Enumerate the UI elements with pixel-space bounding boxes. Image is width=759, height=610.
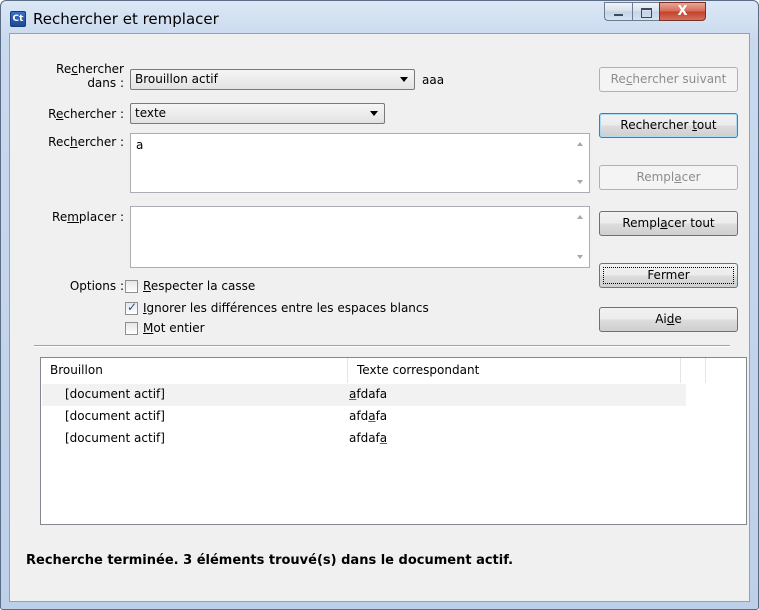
search-text-scrollbar[interactable] xyxy=(572,134,589,192)
whole-word-label[interactable]: Mot entier xyxy=(143,321,205,335)
search-text-label: Rechercher : xyxy=(48,135,124,149)
search-type-value: texte xyxy=(135,106,167,120)
results-header: Brouillon Texte correspondant xyxy=(41,358,746,383)
match-cell: afdafa xyxy=(349,409,388,423)
close-window-button[interactable]: X xyxy=(659,2,706,21)
scroll-up-icon[interactable] xyxy=(577,215,583,219)
scroll-up-icon[interactable] xyxy=(577,142,583,146)
options-label: Options : xyxy=(69,279,124,293)
search-in-value: Brouillon actif xyxy=(135,72,218,86)
window-title: Rechercher et remplacer xyxy=(33,10,219,28)
find-next-button[interactable]: Rechercher suivant xyxy=(599,67,738,92)
ignore-whitespace-checkbox[interactable]: ✓ xyxy=(125,300,138,315)
match-cell: afdafa xyxy=(349,431,388,445)
replace-label: Remplacer : xyxy=(52,210,124,224)
table-row[interactable]: [document actif] afdafa xyxy=(42,406,686,428)
replace-button[interactable]: Remplacer xyxy=(599,165,738,190)
caption-buttons: X xyxy=(604,2,750,22)
draft-cell: [document actif] xyxy=(65,409,165,423)
table-row[interactable]: [document actif] afdafa xyxy=(42,384,686,406)
match-case-checkbox[interactable] xyxy=(125,280,138,293)
close-icon: X xyxy=(677,4,688,19)
match-case-label[interactable]: Respecter la casse xyxy=(143,279,255,293)
find-all-button[interactable]: Rechercher tout xyxy=(599,113,738,138)
search-text-area[interactable]: a xyxy=(130,133,590,193)
column-header-draft[interactable]: Brouillon xyxy=(41,358,348,383)
minimize-button[interactable] xyxy=(604,2,632,21)
replace-text-area[interactable] xyxy=(130,206,590,268)
draft-cell: [document actif] xyxy=(65,387,165,401)
scroll-down-icon[interactable] xyxy=(577,180,583,184)
search-type-label: Rechercher : xyxy=(48,107,124,121)
ignore-whitespace-label[interactable]: Ignorer les différences entre les espace… xyxy=(143,301,429,315)
maximize-icon xyxy=(641,8,652,18)
search-text-value: a xyxy=(136,138,144,152)
results-list[interactable]: Brouillon Texte correspondant [document … xyxy=(40,357,747,525)
search-in-label: Rechercher dans : xyxy=(56,62,124,90)
whole-word-checkbox[interactable] xyxy=(125,322,138,335)
search-in-extra: aaa xyxy=(422,73,445,87)
dialog-window: Ct Rechercher et remplacer X Rechercher … xyxy=(0,0,759,610)
search-in-dropdown[interactable]: Brouillon actif xyxy=(130,69,415,90)
title-bar[interactable]: Ct Rechercher et remplacer X xyxy=(1,1,758,33)
help-button[interactable]: Aide xyxy=(599,307,738,332)
column-header-match[interactable]: Texte correspondant xyxy=(348,358,681,383)
checkmark-icon: ✓ xyxy=(127,300,138,314)
replace-all-button[interactable]: Remplacer tout xyxy=(599,211,738,236)
maximize-button[interactable] xyxy=(632,2,659,21)
close-button[interactable]: Fermer xyxy=(599,263,738,288)
minimize-icon xyxy=(614,14,623,16)
separator xyxy=(34,345,730,347)
status-text: Recherche terminée. 3 éléments trouvé(s)… xyxy=(26,553,514,568)
match-cell: afdafa xyxy=(349,387,388,401)
search-type-dropdown[interactable]: texte xyxy=(130,103,385,124)
replace-text-scrollbar[interactable] xyxy=(572,207,589,267)
chevron-down-icon xyxy=(370,111,378,116)
app-icon: Ct xyxy=(10,11,26,27)
draft-cell: [document actif] xyxy=(65,431,165,445)
table-row[interactable]: [document actif] afdafa xyxy=(42,428,686,450)
scroll-down-icon[interactable] xyxy=(577,255,583,259)
dialog-body: Rechercher dans : Brouillon actif aaa Re… xyxy=(9,33,750,602)
chevron-down-icon xyxy=(400,77,408,82)
column-header-filler xyxy=(681,358,706,383)
